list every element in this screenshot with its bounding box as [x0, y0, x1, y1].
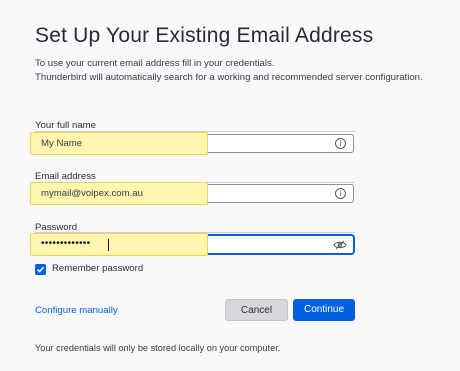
password-value: •••••••••••••	[41, 238, 91, 249]
email-value: mymail@voipex.com.au	[41, 188, 143, 199]
remember-password-label[interactable]: Remember password	[52, 263, 143, 274]
text-caret	[108, 239, 109, 251]
remember-password-checkbox[interactable]	[35, 264, 46, 275]
page-title: Set Up Your Existing Email Address	[35, 24, 374, 47]
cancel-button[interactable]: Cancel	[225, 299, 288, 321]
continue-button[interactable]: Continue	[293, 299, 355, 321]
description-line-1: To use your current email address fill i…	[35, 58, 275, 69]
info-icon[interactable]: i	[335, 188, 346, 199]
eye-slash-icon[interactable]	[333, 240, 347, 250]
checkmark-icon	[36, 266, 45, 273]
page-description: To use your current email address fill i…	[35, 57, 423, 85]
full-name-value: My Name	[41, 138, 83, 149]
info-icon[interactable]: i	[335, 138, 346, 149]
configure-manually-link[interactable]: Configure manually	[35, 305, 118, 316]
description-line-2: Thunderbird will automatically search fo…	[35, 72, 423, 83]
email-label: Email address	[35, 171, 96, 182]
credentials-note: Your credentials will only be stored loc…	[35, 343, 281, 353]
full-name-label: Your full name	[35, 120, 96, 131]
